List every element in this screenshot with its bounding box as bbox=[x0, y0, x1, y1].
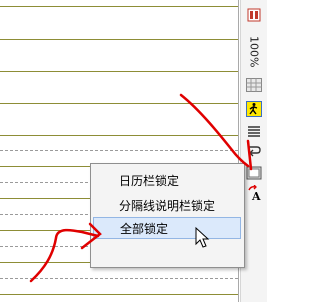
lock-button[interactable] bbox=[244, 164, 264, 182]
wrap-arrow-icon bbox=[249, 146, 261, 157]
font-refresh-icon: A bbox=[248, 185, 261, 201]
wrap-button[interactable] bbox=[244, 142, 264, 160]
font-refresh-button[interactable]: A bbox=[244, 184, 264, 202]
calendar-grid-icon bbox=[246, 78, 262, 92]
lock-panel-icon bbox=[246, 166, 262, 180]
zoom-level[interactable]: 100% bbox=[244, 32, 264, 72]
row-line bbox=[0, 71, 238, 72]
row-line bbox=[0, 294, 238, 295]
page-view-icon bbox=[247, 8, 261, 22]
page-view-button[interactable] bbox=[244, 6, 264, 24]
lines-button[interactable] bbox=[244, 122, 264, 140]
svg-text:A: A bbox=[251, 190, 261, 201]
walker-icon bbox=[246, 101, 262, 117]
menu-item-lock-divider[interactable]: 分隔线说明栏锁定 bbox=[93, 194, 241, 216]
menu-item-lock-calendar[interactable]: 日历栏锁定 bbox=[93, 169, 241, 191]
row-divider bbox=[0, 150, 238, 151]
row-line bbox=[0, 103, 238, 104]
walker-button[interactable] bbox=[244, 100, 264, 118]
calendar-grid-button[interactable] bbox=[244, 76, 264, 94]
menu-item-lock-all[interactable]: 全部锁定 bbox=[93, 217, 241, 239]
row-divider bbox=[0, 278, 238, 279]
row-line bbox=[0, 6, 238, 7]
lines-icon bbox=[248, 126, 260, 137]
lock-context-menu: 日历栏锁定 分隔线说明栏锁定 全部锁定 bbox=[90, 163, 245, 268]
row-line bbox=[0, 39, 238, 40]
row-line bbox=[0, 135, 238, 136]
